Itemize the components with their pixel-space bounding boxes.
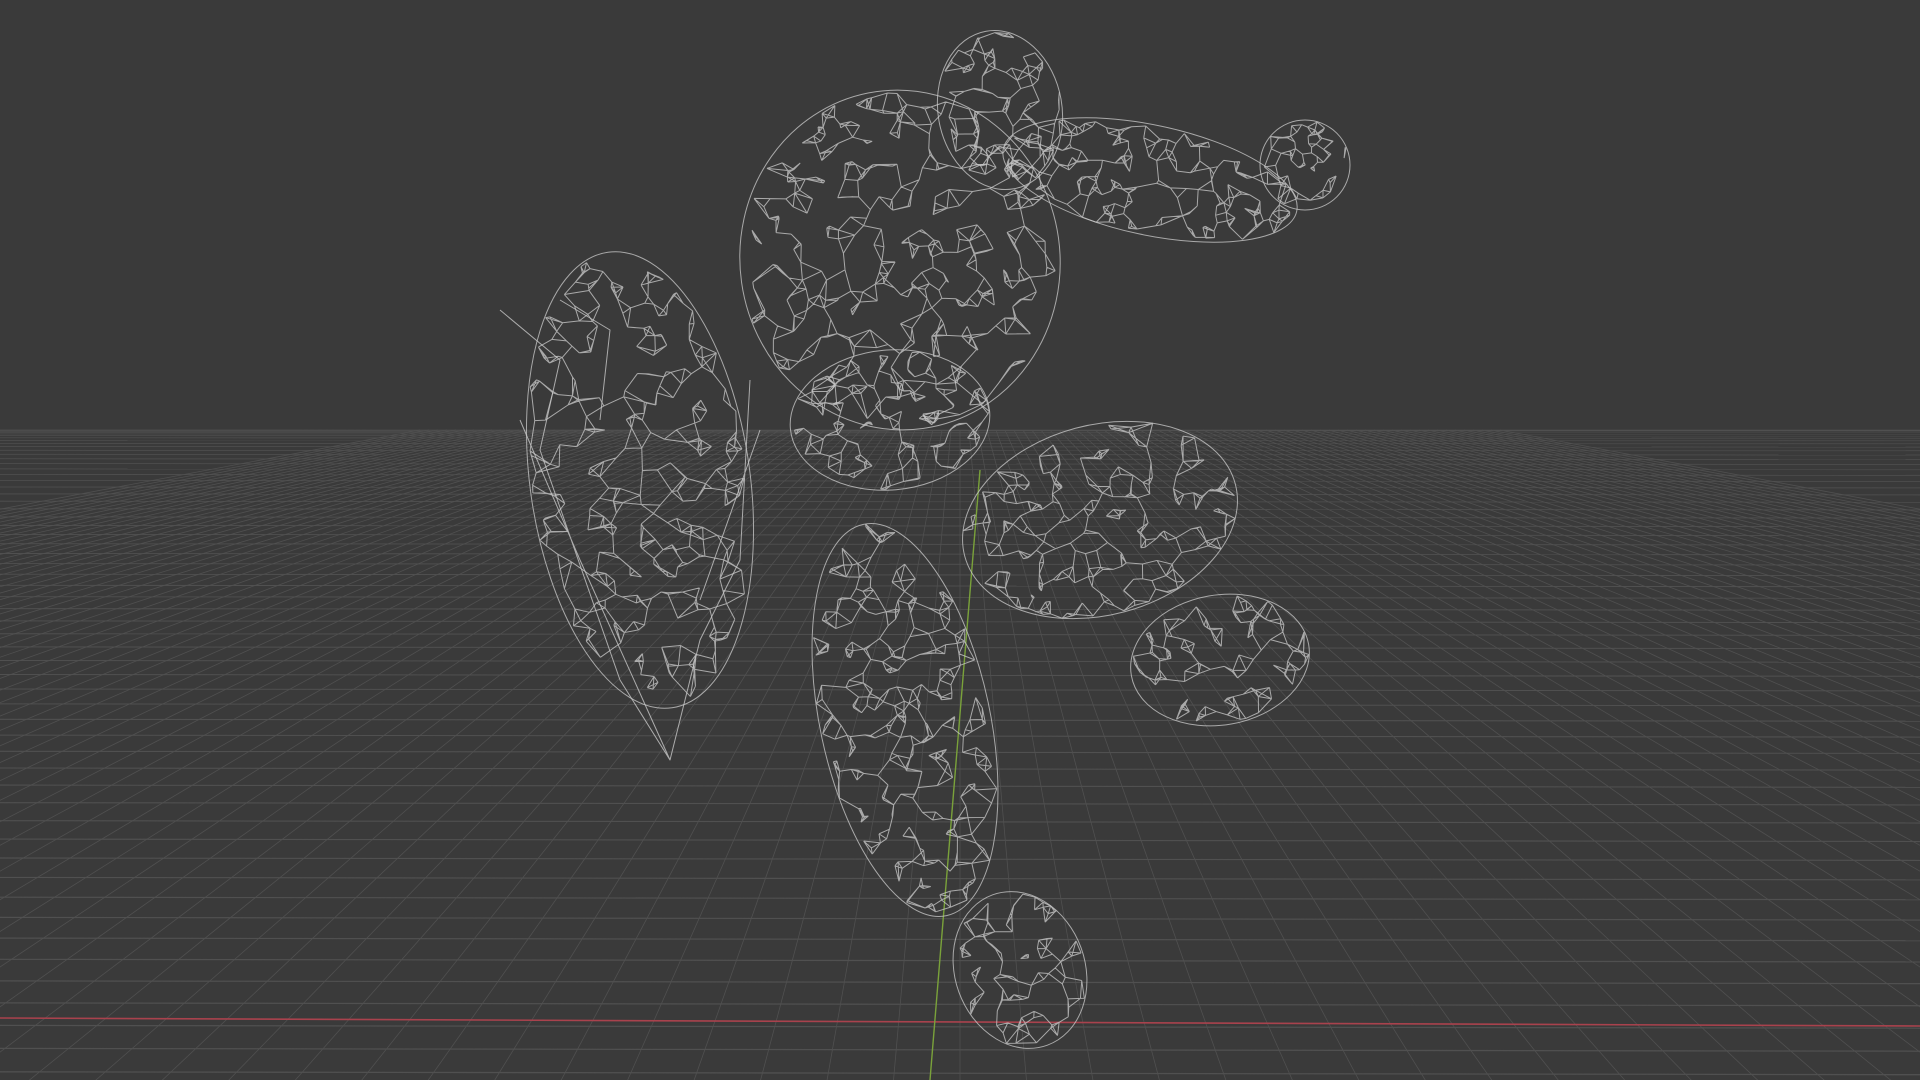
3d-viewport[interactable] bbox=[0, 0, 1920, 1080]
viewport-canvas[interactable] bbox=[0, 0, 1920, 1080]
